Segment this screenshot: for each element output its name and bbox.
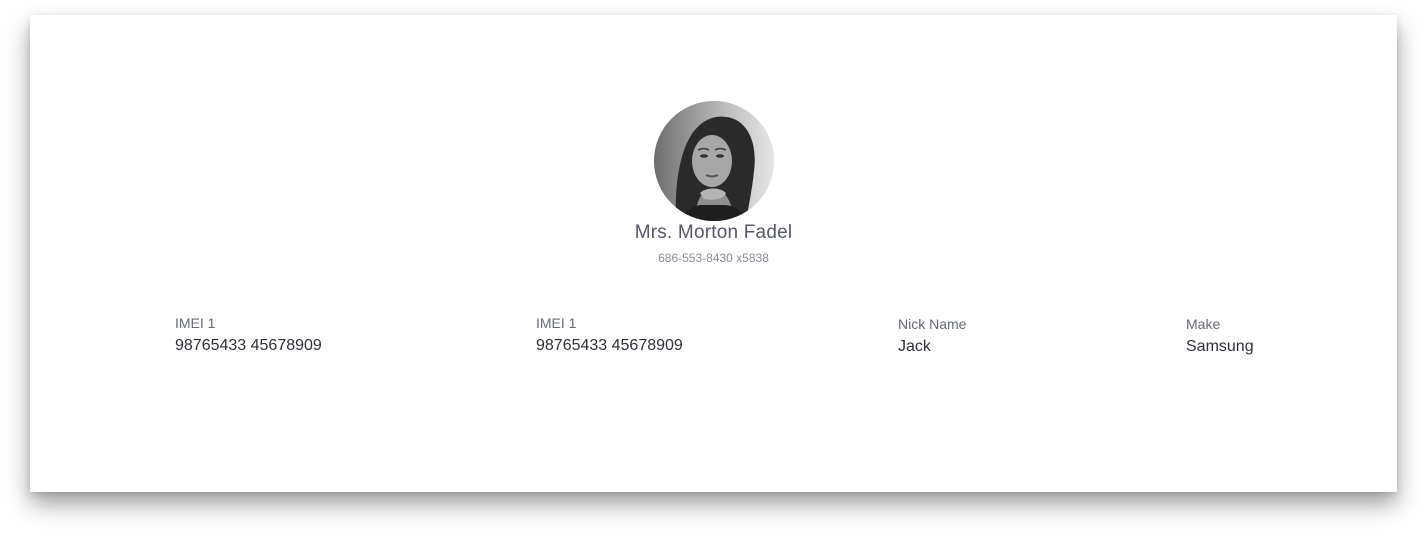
detail-label: Nick Name [898, 316, 967, 332]
detail-value: Jack [898, 338, 931, 355]
avatar-photo [654, 101, 774, 221]
profile-name: Mrs. Morton Fadel [634, 222, 793, 243]
detail-imei-2: IMEI 1 98765433 45678909 [536, 315, 683, 356]
avatar [654, 101, 774, 221]
detail-imei-1: IMEI 1 98765433 45678909 [175, 315, 322, 356]
detail-value: 98765433 45678909 [175, 337, 322, 354]
profile-card: Mrs. Morton Fadel 686-553-8430 x5838 IME… [30, 15, 1397, 492]
detail-label: Make [1186, 316, 1221, 332]
detail-value: 98765433 45678909 [536, 337, 683, 354]
detail-make: Make Samsung [1186, 316, 1254, 357]
detail-nick-name: Nick Name Jack [898, 316, 966, 357]
detail-label: IMEI 1 [175, 315, 216, 331]
profile-phone: 686-553-8430 x5838 [658, 251, 769, 265]
detail-label: IMEI 1 [536, 315, 577, 331]
detail-value: Samsung [1186, 338, 1254, 355]
